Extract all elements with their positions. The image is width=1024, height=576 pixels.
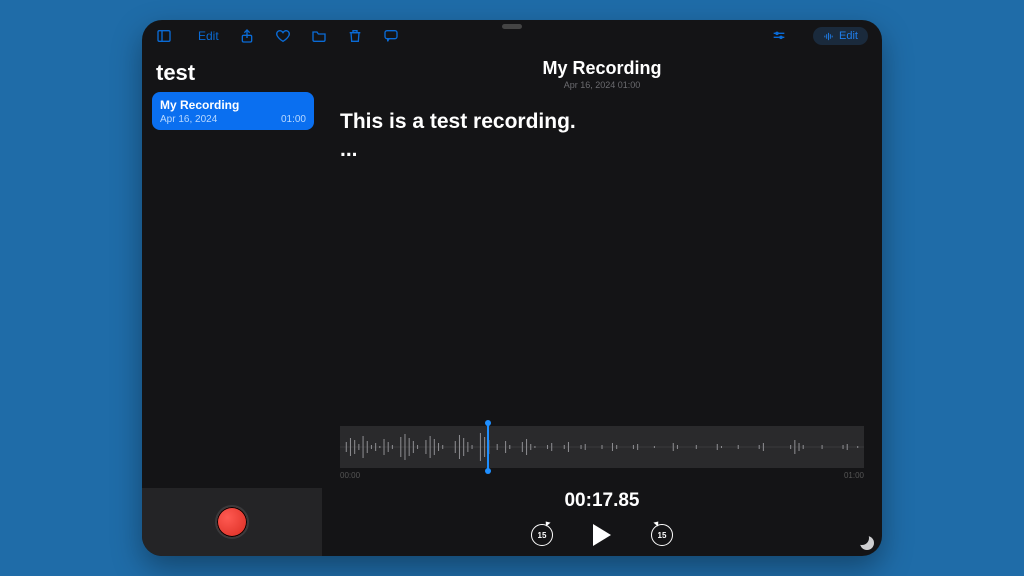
delete-button[interactable]	[347, 28, 363, 44]
edit-pill-label: Edit	[839, 30, 858, 42]
trash-icon	[347, 28, 363, 44]
record-button[interactable]	[215, 505, 249, 539]
list-item-title: My Recording	[160, 98, 306, 112]
skip-back-label: 15	[538, 531, 547, 540]
share-icon	[239, 28, 255, 44]
folder-button[interactable]	[311, 28, 327, 44]
moon-icon	[860, 536, 874, 550]
edit-recording-button[interactable]: Edit	[813, 27, 868, 45]
play-button[interactable]	[593, 524, 611, 546]
time-ruler-start: 00:00	[340, 471, 360, 480]
main-panel: My Recording Apr 16, 2024 01:00 This is …	[322, 52, 882, 556]
sidebar: test My Recording Apr 16, 2024 01:00	[142, 52, 322, 556]
voice-memos-window: Edit Edit test	[142, 20, 882, 556]
heart-icon	[275, 28, 291, 44]
recording-list-item[interactable]: My Recording Apr 16, 2024 01:00	[152, 92, 314, 130]
recording-title: My Recording	[338, 58, 866, 79]
top-edit-button[interactable]: Edit	[198, 29, 219, 43]
transcript-text: This is a test recording. ...	[338, 90, 866, 165]
transcript-line: This is a test recording.	[340, 110, 576, 133]
play-icon	[593, 524, 611, 546]
sliders-icon	[771, 28, 787, 44]
window-handle-icon	[502, 24, 522, 29]
list-item-date: Apr 16, 2024	[160, 114, 217, 125]
skip-fwd-label: 15	[658, 531, 667, 540]
time-ruler-end: 01:00	[844, 471, 864, 480]
sidebar-title: test	[152, 58, 314, 92]
skip-forward-15-button[interactable]: 15	[651, 524, 673, 546]
current-timecode: 00:17.85	[338, 490, 866, 512]
folder-icon	[311, 28, 327, 44]
sidebar-toggle-button[interactable]	[156, 28, 172, 44]
speech-bubble-icon	[383, 28, 399, 44]
list-item-duration: 01:00	[281, 114, 306, 125]
recording-subtitle: Apr 16, 2024 01:00	[338, 80, 866, 90]
share-button[interactable]	[239, 28, 255, 44]
waveform-scrubber[interactable]	[340, 426, 864, 468]
transcript-ellipsis: ...	[340, 136, 864, 164]
record-tray	[142, 488, 322, 556]
waveform-icon	[340, 426, 864, 468]
favorite-button[interactable]	[275, 28, 291, 44]
transcribe-button[interactable]	[383, 28, 399, 44]
sidebar-icon	[156, 28, 172, 44]
playback-controls: 15 15	[338, 524, 866, 546]
waveform-icon	[823, 31, 834, 42]
skip-back-15-button[interactable]: 15	[531, 524, 553, 546]
playhead-indicator[interactable]	[487, 423, 489, 471]
options-button[interactable]	[771, 28, 787, 44]
